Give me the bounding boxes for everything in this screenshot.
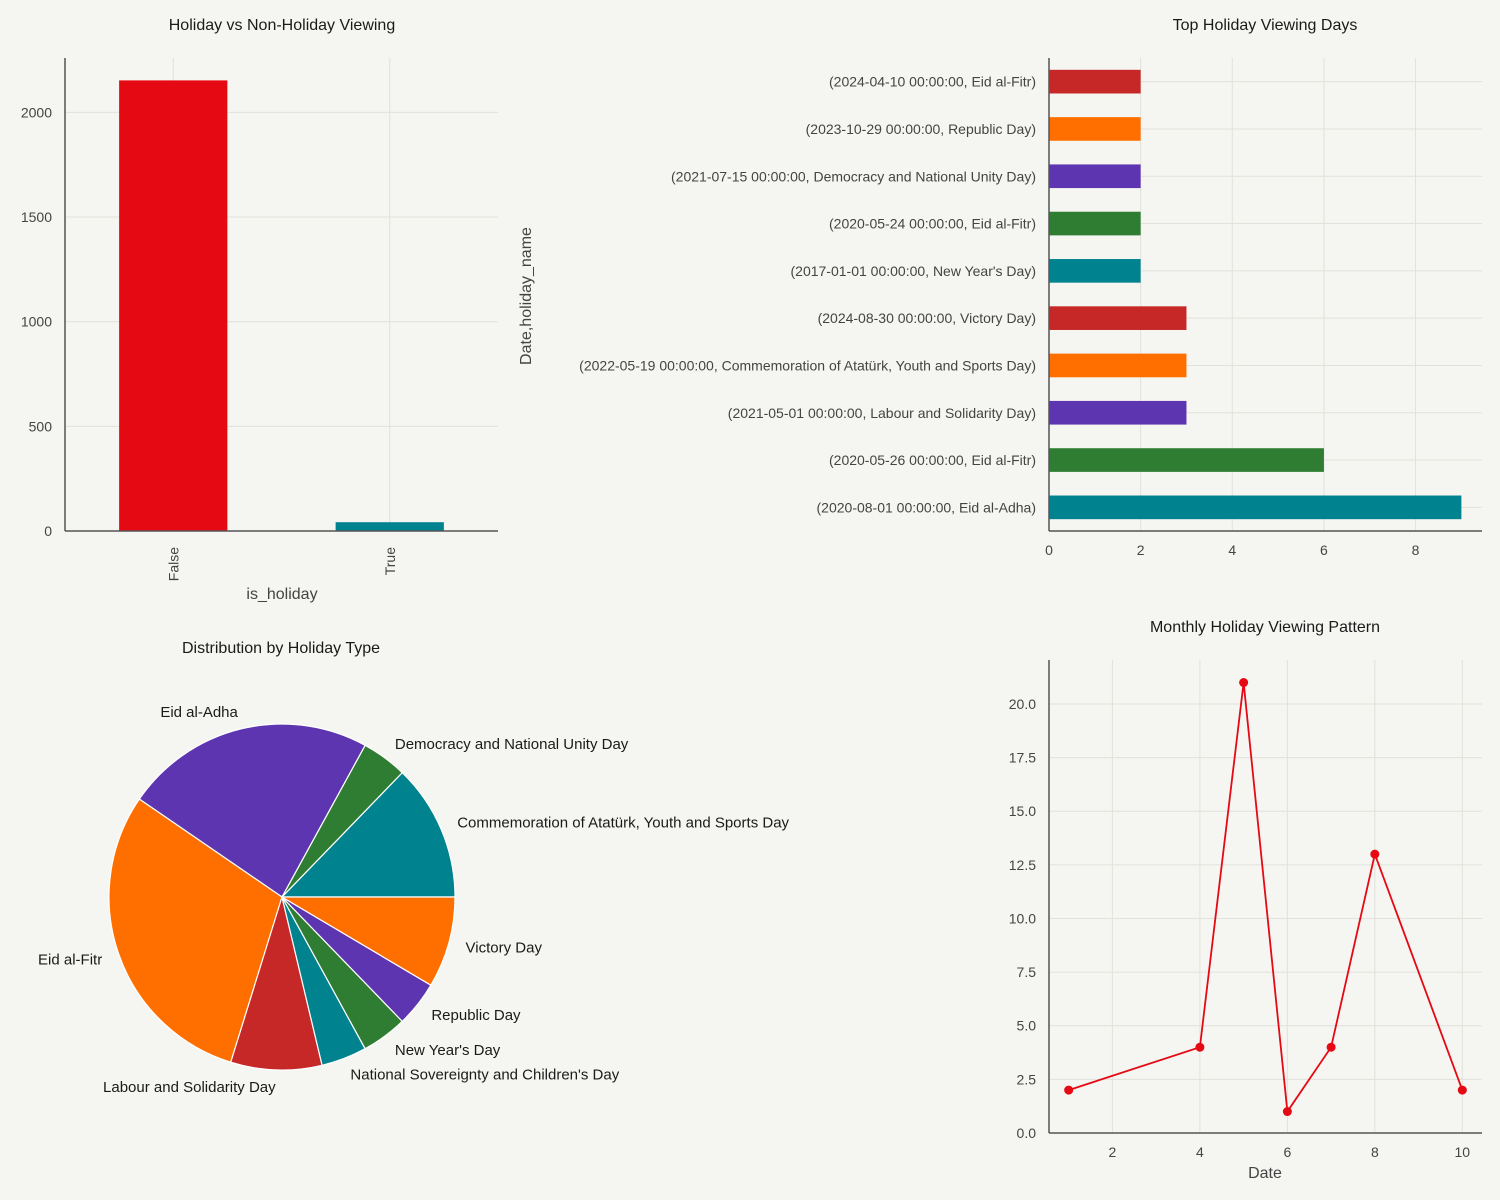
x-tick-label: 6: [1283, 1144, 1291, 1160]
y-tick-label: (2021-05-01 00:00:00, Labour and Solidar…: [728, 405, 1036, 421]
monthly-pattern-chart: Monthly Holiday Viewing Pattern Date 2 4 6…: [1009, 619, 1482, 1182]
y-tick-label: 1000: [21, 314, 52, 330]
series-line: [1068, 682, 1464, 1115]
data-point: [1195, 1042, 1205, 1052]
bar: [1049, 117, 1141, 141]
data-point: [1326, 1042, 1336, 1052]
y-tick-label: (2022-05-19 00:00:00, Commemoration of A…: [579, 357, 1036, 373]
bar: [335, 522, 444, 531]
pie-slice-label: Democracy and National Unity Day: [395, 736, 629, 753]
pie-slice-label: Eid al-Fitr: [38, 951, 102, 968]
y-tick-label: 7.5: [1017, 964, 1037, 980]
y-tick-label: (2021-07-15 00:00:00, Democracy and Nati…: [671, 168, 1036, 184]
y-tick-label: 15.0: [1009, 803, 1036, 819]
y-tick-label: 0: [44, 523, 52, 539]
y-tick-label: (2017-01-01 00:00:00, New Year's Day): [791, 263, 1037, 279]
chart-title: Distribution by Holiday Type: [182, 640, 380, 657]
bar: [1049, 211, 1141, 236]
x-tick-label: 4: [1228, 542, 1236, 558]
chart-title: Top Holiday Viewing Days: [1173, 17, 1358, 34]
bar: [1049, 495, 1462, 520]
data-point: [1370, 849, 1380, 859]
x-tick-label: True: [382, 547, 398, 575]
y-tick-label: 5.0: [1017, 1018, 1037, 1034]
chart-title: Monthly Holiday Viewing Pattern: [1150, 619, 1380, 636]
bar: [1049, 448, 1324, 472]
top-holiday-days-chart: Top Holiday Viewing Days Date,holiday_na…: [518, 17, 1482, 558]
x-tick-label: 8: [1371, 1144, 1379, 1160]
data-point: [1064, 1085, 1074, 1095]
y-tick-label: (2020-05-26 00:00:00, Eid al-Fitr): [829, 452, 1036, 468]
y-tick-label: (2023-10-29 00:00:00, Republic Day): [806, 121, 1036, 137]
pie-slice-label: Eid al-Adha: [160, 704, 238, 721]
x-tick-label: 6: [1320, 542, 1328, 558]
figure: Holiday vs Non-Holiday Viewing is_holida…: [21, 17, 1482, 1182]
bar: [1049, 306, 1187, 330]
holiday-type-pie-chart: Distribution by Holiday Type Commemorati…: [38, 640, 790, 1096]
x-tick-label: 0: [1045, 542, 1053, 558]
y-tick-label: 17.5: [1009, 750, 1036, 766]
x-axis-label: is_holiday: [246, 586, 317, 603]
bar: [1049, 259, 1141, 283]
y-tick-label: 0.0: [1017, 1125, 1037, 1141]
y-axis-label: Date,holiday_name: [518, 227, 535, 365]
pie-slice-label: New Year's Day: [395, 1042, 501, 1059]
y-tick-label: 2000: [21, 104, 52, 120]
chart-title: Holiday vs Non-Holiday Viewing: [169, 17, 395, 34]
y-tick-label: 10.0: [1009, 910, 1036, 926]
y-tick-label: 12.5: [1009, 857, 1036, 873]
x-tick-label: 2: [1137, 542, 1145, 558]
bar: [1049, 164, 1141, 189]
y-tick-label: (2020-08-01 00:00:00, Eid al-Adha): [817, 499, 1036, 515]
x-tick-label: False: [165, 547, 181, 581]
pie-slice-label: National Sovereignty and Children's Day: [350, 1067, 619, 1084]
bar: [1049, 400, 1187, 425]
x-tick-label: 10: [1455, 1144, 1471, 1160]
pie-slice-label: Victory Day: [466, 939, 543, 956]
x-tick-label: 2: [1109, 1144, 1117, 1160]
data-point: [1239, 678, 1249, 688]
y-tick-label: 1500: [21, 209, 52, 225]
bar: [1049, 353, 1187, 378]
data-point: [1457, 1085, 1467, 1095]
pie-slice-label: Commemoration of Atatürk, Youth and Spor…: [457, 815, 789, 832]
y-tick-label: 500: [29, 418, 53, 434]
y-tick-label: (2024-04-10 00:00:00, Eid al-Fitr): [829, 74, 1036, 90]
y-tick-label: 2.5: [1017, 1071, 1037, 1087]
y-tick-label: 20.0: [1009, 696, 1036, 712]
x-axis-label: Date: [1248, 1165, 1282, 1182]
x-tick-label: 8: [1412, 542, 1420, 558]
pie-slice-label: Republic Day: [431, 1007, 521, 1024]
data-point: [1282, 1107, 1292, 1117]
x-tick-label: 4: [1196, 1144, 1204, 1160]
holiday-vs-non-holiday-chart: Holiday vs Non-Holiday Viewing is_holida…: [21, 17, 498, 603]
y-tick-label: (2020-05-24 00:00:00, Eid al-Fitr): [829, 216, 1036, 232]
bar: [119, 80, 228, 531]
y-tick-label: (2024-08-30 00:00:00, Victory Day): [818, 310, 1036, 326]
bar: [1049, 69, 1141, 94]
pie-slice-label: Labour and Solidarity Day: [103, 1079, 276, 1096]
